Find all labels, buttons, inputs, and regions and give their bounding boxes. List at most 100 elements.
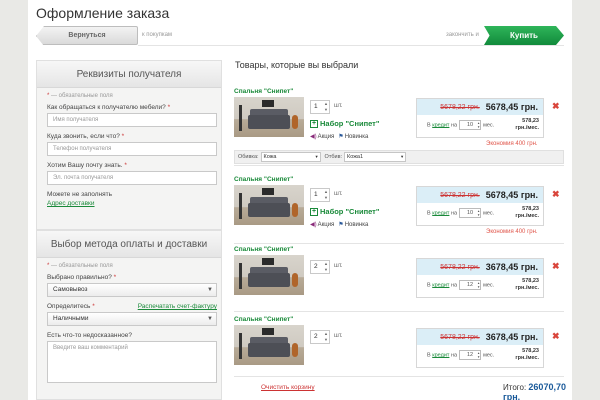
plus-icon: + (310, 208, 318, 217)
phone-input[interactable]: Телефон получателя (47, 142, 217, 156)
qty-unit: шт. (334, 103, 343, 109)
price-box: 5678,22 грн. 3678,45 грн. В кредит на 12 ▲ ▼… (416, 258, 544, 298)
checkout-steps: Вернуться к покупкам закончить и Купить (36, 26, 564, 46)
recipient-title: Реквизиты получателя (37, 61, 221, 88)
product-name[interactable]: Спальня "Снипет" (234, 246, 293, 253)
finish-label: Отбив: (324, 154, 343, 160)
price-box: 5678,22 грн. 5678,45 грн. В кредит на 10 ▲ ▼… (416, 98, 544, 138)
divider (234, 243, 564, 244)
product-name[interactable]: Спальня "Снипет" (234, 316, 293, 323)
product-tags: ◀)Акция ⚑Новинка (310, 134, 369, 140)
order-total: Итого: 26070,70 грн. (503, 382, 566, 400)
delivery-label: Выбрано правильно? * (47, 274, 117, 281)
required-note: * — обязательные поля (47, 93, 113, 99)
old-price: 5678,22 грн. (440, 263, 480, 271)
name-input[interactable]: Имя получателя (47, 113, 217, 127)
payment-title: Выбор метода оплаты и доставки (37, 231, 221, 258)
credit-row: В кредит на 12 ▲ ▼ мес. (427, 280, 495, 290)
credit-row: В кредит на 10 ▲ ▼ мес. (427, 120, 495, 130)
credit-row: В кредит на 10 ▲ ▼ мес. (427, 208, 495, 218)
back-button[interactable]: Вернуться (36, 26, 138, 46)
divider (234, 376, 564, 377)
months-stepper[interactable]: 12 ▲ ▼ (459, 350, 482, 360)
new-price: 5678,45 грн. (485, 102, 538, 112)
invoice-link[interactable]: Распечатать счет-фактуру (138, 303, 217, 310)
spinner-icon[interactable]: ▲ ▼ (324, 189, 328, 201)
buy-button[interactable]: Купить (484, 26, 564, 45)
credit-link[interactable]: кредит (432, 122, 449, 128)
email-input[interactable]: Эл. почта получателя (47, 171, 217, 185)
quantity-stepper[interactable]: 1 ▲ ▼ (310, 100, 330, 114)
monthly-payment: 578,23 грн./мес. (515, 118, 539, 131)
payment-panel: Выбор метода оплаты и доставки * — обяза… (36, 230, 222, 400)
product-image[interactable] (234, 325, 304, 365)
new-price: 3678,45 грн. (485, 262, 538, 272)
address-note: Можете не заполнять (47, 191, 112, 198)
credit-link[interactable]: кредит (432, 210, 449, 216)
spinner-icon[interactable]: ▲ ▼ (324, 261, 328, 273)
upholstery-label: Обивка: (238, 154, 259, 160)
comment-label: Есть что-то недосказанное? (47, 332, 132, 339)
pay-label: Определитесь * (47, 303, 95, 310)
old-price: 5678,22 грн. (440, 103, 480, 111)
megaphone-icon: ◀) (310, 134, 317, 140)
clear-cart-link[interactable]: Очистить корзину (261, 384, 315, 391)
phone-label: Куда звонить, если что? * (47, 133, 125, 140)
address-link[interactable]: Адрес доставки (47, 200, 211, 207)
new-price: 3678,45 грн. (485, 332, 538, 342)
divider (234, 311, 564, 312)
delivery-value: Самовывоз (53, 286, 88, 293)
cart-title: Товары, которые вы выбрали (235, 60, 359, 70)
economy-label: Экономия 400 грн. (486, 229, 538, 235)
plus-icon: + (310, 120, 318, 129)
chevron-down-icon: ▼ (207, 316, 213, 322)
email-label: Хотим Вашу почту знать. * (47, 162, 127, 169)
divider (234, 165, 564, 166)
remove-icon[interactable]: ✖ (552, 189, 560, 200)
new-price: 5678,45 грн. (485, 190, 538, 200)
qty-unit: шт. (334, 191, 343, 197)
page-title: Оформление заказа (36, 5, 170, 21)
remove-icon[interactable]: ✖ (552, 331, 560, 342)
spinner-icon[interactable]: ▲ ▼ (324, 101, 328, 113)
comment-textarea[interactable]: Введите ваш комментарий (47, 341, 217, 383)
steps-divider (138, 45, 564, 46)
months-stepper[interactable]: 10 ▲ ▼ (459, 208, 482, 218)
months-stepper[interactable]: 12 ▲ ▼ (459, 280, 482, 290)
product-image[interactable] (234, 97, 304, 137)
monthly-payment: 578,23 грн./мес. (515, 206, 539, 219)
delivery-select[interactable]: Самовывоз ▼ (47, 283, 217, 297)
chevron-down-icon: ▼ (207, 287, 213, 293)
megaphone-icon: ◀) (310, 222, 317, 228)
credit-row: В кредит на 12 ▲ ▼ мес. (427, 350, 495, 360)
to-shop-label: к покупкам (142, 32, 173, 38)
months-stepper[interactable]: 10 ▲ ▼ (459, 120, 482, 130)
payment-select[interactable]: Наличными ▼ (47, 312, 217, 326)
product-image[interactable] (234, 185, 304, 225)
name-label: Как обращаться к получателю мебели? * (47, 104, 171, 111)
quantity-stepper[interactable]: 2 ▲ ▼ (310, 330, 330, 344)
product-image[interactable] (234, 255, 304, 295)
price-box: 5678,22 грн. 5678,45 грн. В кредит на 10 ▲ ▼… (416, 186, 544, 226)
remove-icon[interactable]: ✖ (552, 101, 560, 112)
quantity-stepper[interactable]: 2 ▲ ▼ (310, 260, 330, 274)
credit-link[interactable]: кредит (432, 352, 449, 358)
economy-label: Экономия 400 грн. (486, 141, 538, 147)
flag-icon: ⚑ (338, 134, 344, 140)
qty-unit: шт. (334, 333, 343, 339)
old-price: 5678,22 грн. (440, 333, 480, 341)
spinner-icon[interactable]: ▲ ▼ (324, 331, 328, 343)
upholstery-select[interactable]: Кожа ▼ (260, 152, 321, 162)
quantity-stepper[interactable]: 1 ▲ ▼ (310, 188, 330, 202)
set-link[interactable]: + Набор "Снипет" (310, 119, 379, 129)
credit-link[interactable]: кредит (432, 282, 449, 288)
set-link[interactable]: + Набор "Снипет" (310, 207, 379, 217)
finish-select[interactable]: Кожа1 ▼ (344, 152, 407, 162)
price-box: 5678,22 грн. 3678,45 грн. В кредит на 12 ▲ ▼… (416, 328, 544, 368)
remove-icon[interactable]: ✖ (552, 261, 560, 272)
product-name[interactable]: Спальня "Снипет" (234, 88, 293, 95)
product-tags: ◀)Акция ⚑Новинка (310, 222, 369, 228)
qty-unit: шт. (334, 263, 343, 269)
product-name[interactable]: Спальня "Снипет" (234, 176, 293, 183)
order-page: Оформление заказа Вернуться к покупкам з… (28, 0, 572, 400)
